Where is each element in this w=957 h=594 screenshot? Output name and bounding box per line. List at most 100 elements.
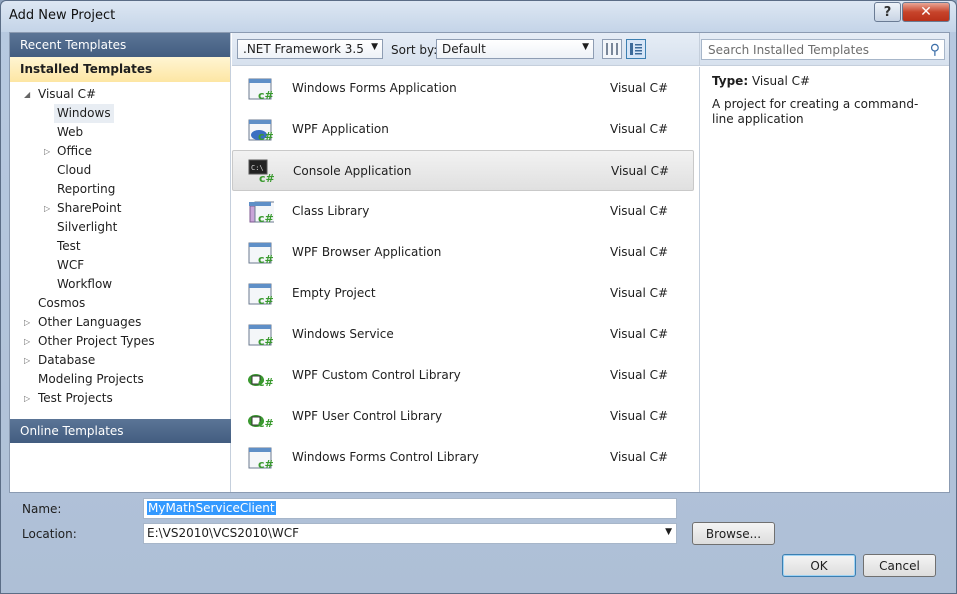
close-button[interactable]: ✕ bbox=[902, 2, 950, 22]
expanded-arrow-icon[interactable]: ◢ bbox=[24, 85, 34, 104]
framework-dropdown[interactable]: .NET Framework 3.5 ▼ bbox=[237, 39, 383, 59]
template-language: Visual C# bbox=[610, 204, 669, 218]
svg-text:c#: c# bbox=[258, 458, 274, 471]
location-combo[interactable]: E:\VS2010\VCS2010\WCF ▼ bbox=[143, 523, 677, 544]
svg-text:C:\: C:\ bbox=[251, 164, 264, 172]
recent-templates-header[interactable]: Recent Templates bbox=[10, 33, 230, 57]
svg-text:c#: c# bbox=[259, 172, 275, 185]
search-area: Search Installed Templates ⚲ bbox=[699, 33, 949, 66]
windows-service-icon: c# bbox=[246, 321, 274, 349]
add-new-project-dialog: Add New Project ? ✕ Recent Templates Ins… bbox=[0, 0, 957, 594]
collapsed-arrow-icon[interactable]: ▷ bbox=[24, 313, 34, 332]
template-row[interactable]: c# WPF User Control Library Visual C# bbox=[232, 396, 694, 437]
title-bar[interactable]: Add New Project ? ✕ bbox=[1, 1, 956, 32]
tree-item-label: Office bbox=[57, 144, 93, 158]
template-language: Visual C# bbox=[610, 122, 669, 136]
cancel-button[interactable]: Cancel bbox=[863, 554, 936, 577]
tree-item-label: SharePoint bbox=[57, 201, 122, 215]
template-row[interactable]: c# Empty Project Visual C# bbox=[232, 273, 694, 314]
wpf-app-icon: c# bbox=[246, 116, 274, 144]
svg-text:c#: c# bbox=[258, 212, 274, 225]
template-type: Type: Visual C# bbox=[712, 74, 937, 88]
search-placeholder: Search Installed Templates bbox=[708, 43, 869, 57]
search-icon[interactable]: ⚲ bbox=[930, 42, 940, 58]
template-sidebar: Recent Templates Installed Templates ◢ Vi… bbox=[10, 33, 231, 492]
template-tree: ◢ Visual C# Windows Web ▷ Office Cloud Reportin… bbox=[10, 82, 230, 418]
template-language: Visual C# bbox=[610, 409, 669, 423]
tree-item-label: Cosmos bbox=[38, 296, 86, 310]
location-value: E:\VS2010\VCS2010\WCF bbox=[147, 526, 300, 540]
name-label: Name: bbox=[22, 502, 62, 516]
grid-view-icon bbox=[606, 43, 618, 55]
template-language: Visual C# bbox=[611, 164, 670, 178]
list-view-icon bbox=[630, 43, 642, 55]
location-label: Location: bbox=[22, 527, 77, 541]
tree-item-label: Reporting bbox=[57, 182, 116, 196]
tree-item-label: Silverlight bbox=[57, 220, 118, 234]
help-button[interactable]: ? bbox=[874, 2, 901, 22]
template-row[interactable]: c# Class Library Visual C# bbox=[232, 191, 694, 232]
type-key: Type: bbox=[712, 74, 749, 88]
template-name: WPF Custom Control Library bbox=[292, 368, 461, 382]
template-row[interactable]: c# WPF Custom Control Library Visual C# bbox=[232, 355, 694, 396]
collapsed-arrow-icon[interactable]: ▷ bbox=[44, 199, 54, 218]
tree-item-label: Web bbox=[57, 125, 84, 139]
winforms-app-icon: c# bbox=[246, 75, 274, 103]
tree-item-label: WCF bbox=[57, 258, 85, 272]
template-language: Visual C# bbox=[610, 245, 669, 259]
template-language: Visual C# bbox=[610, 81, 669, 95]
search-input[interactable]: Search Installed Templates ⚲ bbox=[701, 39, 945, 60]
template-description: A project for creating a command-line ap… bbox=[712, 97, 919, 126]
template-name: Windows Service bbox=[292, 327, 394, 341]
collapsed-arrow-icon[interactable]: ▷ bbox=[24, 332, 34, 351]
collapsed-arrow-icon[interactable]: ▷ bbox=[44, 142, 54, 161]
tree-item-label: Workflow bbox=[57, 277, 113, 291]
template-row[interactable]: c# WPF Browser Application Visual C# bbox=[232, 232, 694, 273]
close-icon: ✕ bbox=[920, 4, 932, 20]
collapsed-arrow-icon[interactable]: ▷ bbox=[24, 351, 34, 370]
template-name: WPF User Control Library bbox=[292, 409, 443, 423]
chevron-down-icon: ▼ bbox=[665, 527, 672, 537]
project-name-input[interactable]: MyMathServiceClient bbox=[143, 498, 677, 519]
wpf-browser-app-icon: c# bbox=[246, 239, 274, 267]
template-name: Class Library bbox=[292, 204, 370, 218]
wpf-custom-control-icon: c# bbox=[246, 362, 274, 390]
svg-text:c#: c# bbox=[258, 376, 274, 389]
template-name: Console Application bbox=[293, 164, 412, 178]
small-icons-view-button[interactable] bbox=[602, 39, 622, 59]
template-row[interactable]: c# Windows Forms Control Library Visual C# bbox=[232, 437, 694, 478]
sort-dropdown[interactable]: Default ▼ bbox=[436, 39, 594, 59]
template-row[interactable]: c# WPF Application Visual C# bbox=[232, 109, 694, 150]
empty-project-icon: c# bbox=[246, 280, 274, 308]
project-name-value: MyMathServiceClient bbox=[147, 501, 276, 515]
installed-templates-header[interactable]: Installed Templates bbox=[10, 57, 230, 82]
svg-text:c#: c# bbox=[258, 417, 274, 430]
template-row[interactable]: C:\ c# Console Application Visual C# bbox=[232, 150, 694, 191]
tree-item-label: Windows bbox=[54, 104, 114, 123]
sort-by-label: Sort by: bbox=[391, 43, 438, 57]
template-language: Visual C# bbox=[610, 450, 669, 464]
template-language: Visual C# bbox=[610, 286, 669, 300]
svg-text:c#: c# bbox=[258, 130, 274, 143]
tree-item-label: Database bbox=[38, 353, 96, 367]
template-language: Visual C# bbox=[610, 327, 669, 341]
medium-icons-view-button[interactable] bbox=[626, 39, 646, 59]
winforms-control-icon: c# bbox=[246, 444, 274, 472]
tree-item-label: Test Projects bbox=[38, 391, 113, 405]
collapsed-arrow-icon[interactable]: ▷ bbox=[24, 389, 34, 408]
console-app-icon: C:\ c# bbox=[247, 158, 275, 186]
svg-text:c#: c# bbox=[258, 253, 274, 266]
template-name: WPF Application bbox=[292, 122, 389, 136]
sort-value: Default bbox=[442, 42, 486, 56]
template-row[interactable]: c# Windows Forms Application Visual C# bbox=[232, 68, 694, 109]
tree-item-label: Other Project Types bbox=[38, 334, 155, 348]
template-row[interactable]: c# Windows Service Visual C# bbox=[232, 314, 694, 355]
ok-button[interactable]: OK bbox=[782, 554, 856, 577]
template-name: Empty Project bbox=[292, 286, 376, 300]
online-templates-header[interactable]: Online Templates bbox=[10, 419, 231, 443]
template-name: WPF Browser Application bbox=[292, 245, 442, 259]
browse-button[interactable]: Browse... bbox=[692, 522, 775, 545]
tree-item-label: Visual C# bbox=[38, 87, 97, 101]
project-form: Name: MyMathServiceClient Location: E:\V… bbox=[9, 494, 950, 590]
template-toolbar: .NET Framework 3.5 ▼ Sort by: Default ▼ bbox=[232, 33, 699, 66]
